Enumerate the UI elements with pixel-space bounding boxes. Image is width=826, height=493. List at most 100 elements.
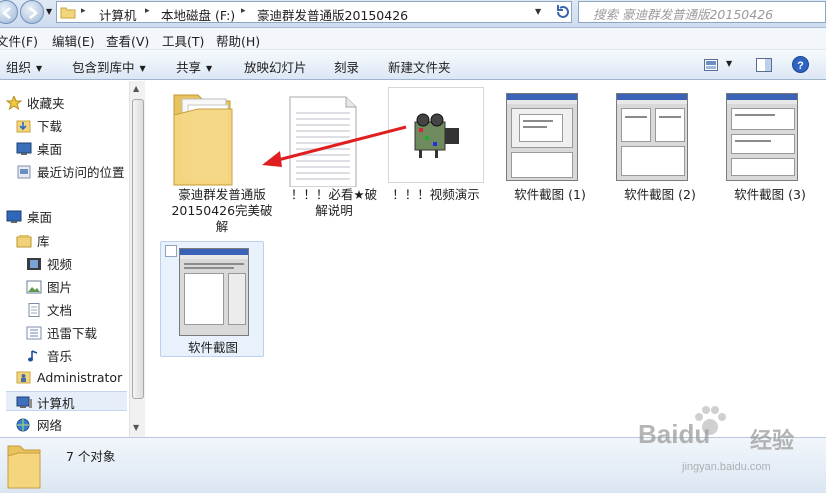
desktop-icon <box>6 210 22 224</box>
video-library-icon <box>26 257 42 271</box>
menu-bar: 文件(F) 编辑(E) 查看(V) 工具(T) 帮助(H) <box>0 28 826 50</box>
new-folder-button[interactable]: 新建文件夹 <box>388 57 451 76</box>
path-box[interactable]: ▸ 计算机 ▸ 本地磁盘 (F:) ▸ 豪迪群发普通版20150426 ▼ <box>56 1 572 23</box>
menu-file[interactable]: 文件(F) <box>0 31 38 50</box>
preview-pane-icon[interactable] <box>756 58 772 72</box>
library-icon <box>16 234 32 248</box>
watermark-brand: Baidu <box>638 419 711 449</box>
downloads-folder-icon <box>16 119 32 133</box>
annotation-arrow <box>262 125 407 167</box>
file-name: 软件截图 <box>187 340 238 355</box>
forward-button[interactable] <box>20 0 44 24</box>
nav-videos[interactable]: 视频 <box>26 254 72 274</box>
organize-button[interactable]: 组织 ▼ <box>6 57 42 76</box>
recent-places-icon <box>16 165 32 179</box>
nav-videos-label: 视频 <box>47 257 73 272</box>
nav-desktop-fav-label: 桌面 <box>37 142 63 157</box>
nav-pictures[interactable]: 图片 <box>26 277 72 297</box>
nav-libraries[interactable]: 库 <box>16 231 50 251</box>
scroll-thumb[interactable] <box>132 99 144 399</box>
path-segment-folder[interactable]: 豪迪群发普通版20150426 <box>257 5 408 24</box>
nav-desktop[interactable]: 桌面 <box>6 207 52 227</box>
chevron-right-icon[interactable]: ▸ <box>241 6 246 16</box>
chevron-right-icon[interactable]: ▸ <box>145 6 150 16</box>
scroll-down-icon[interactable]: ▼ <box>133 423 139 432</box>
menu-edit[interactable]: 编辑(E) <box>52 31 95 50</box>
menu-view[interactable]: 查看(V) <box>106 31 149 50</box>
change-view-icon[interactable] <box>704 59 718 71</box>
nav-scrollbar[interactable]: ▲ ▼ <box>129 81 145 437</box>
file-item-screenshot-3[interactable]: 软件截图 (3) <box>718 87 822 207</box>
select-checkbox[interactable] <box>165 245 177 257</box>
desktop-icon <box>16 142 32 156</box>
image-thumbnail <box>608 87 712 187</box>
document-library-icon <box>26 303 42 317</box>
nav-thunder[interactable]: 迅雷下载 <box>26 323 97 343</box>
path-segment-drive[interactable]: 本地磁盘 (F:) <box>161 5 235 24</box>
image-thumbnail <box>161 242 265 342</box>
nav-admin-label: Administrator <box>37 370 123 385</box>
file-list: 豪迪群发普通版 20150426完美破 解 ！！！必看★破 解说明 ！！！视频演… <box>146 81 826 437</box>
nav-downloads-label: 下载 <box>37 119 63 134</box>
nav-recent-label: 最近访问的位置 <box>37 165 125 180</box>
file-name: ！！！视频演示 <box>392 187 480 202</box>
watermark-url: jingyan.baidu.com <box>682 461 771 473</box>
refresh-icon[interactable] <box>554 3 574 21</box>
picture-library-icon <box>26 280 42 294</box>
nav-libraries-label: 库 <box>37 234 50 249</box>
nav-thunder-label: 迅雷下载 <box>47 326 98 341</box>
nav-documents[interactable]: 文档 <box>26 300 72 320</box>
image-thumbnail <box>498 87 602 187</box>
nav-computer[interactable]: 计算机 <box>6 391 127 411</box>
include-library-button[interactable]: 包含到库中 ▼ <box>72 57 146 76</box>
command-bar: 组织 ▼ 包含到库中 ▼ 共享 ▼ 放映幻灯片 刻录 新建文件夹 ▼ ? <box>0 50 826 80</box>
dropdown-icon: ▼ <box>139 64 146 73</box>
nav-music[interactable]: 音乐 <box>26 346 72 366</box>
file-name-text: 豪迪群发普通版 20150426完美破 解 <box>171 187 273 234</box>
view-dropdown-icon[interactable]: ▼ <box>726 59 732 68</box>
svg-text:?: ? <box>797 60 804 72</box>
path-dropdown-icon[interactable]: ▼ <box>535 7 541 16</box>
nav-favorites[interactable]: 收藏夹 <box>5 93 65 113</box>
file-name: 豪迪群发普通版 20150426完美破 解 <box>170 187 274 235</box>
file-item-screenshot-2[interactable]: 软件截图 (2) <box>608 87 712 207</box>
folder-icon <box>7 445 41 489</box>
forward-arrow-icon <box>29 7 38 19</box>
share-label: 共享 <box>176 60 202 75</box>
nav-computer-label: 计算机 <box>37 396 75 411</box>
help-icon[interactable]: ? <box>792 56 809 73</box>
dropdown-icon: ▼ <box>36 64 43 73</box>
nav-recent[interactable]: 最近访问的位置 <box>16 162 125 182</box>
nav-network[interactable]: 网络 <box>16 415 62 435</box>
burn-button[interactable]: 刻录 <box>334 57 359 76</box>
menu-tools[interactable]: 工具(T) <box>162 31 204 50</box>
user-folder-icon <box>16 370 32 384</box>
nav-desktop-fav[interactable]: 桌面 <box>16 139 62 159</box>
image-thumbnail <box>718 87 822 187</box>
chevron-right-icon[interactable]: ▸ <box>81 6 86 16</box>
history-dropdown-icon[interactable]: ▼ <box>46 7 52 16</box>
menu-help[interactable]: 帮助(H) <box>216 31 260 50</box>
nav-pictures-label: 图片 <box>47 280 73 295</box>
organize-label: 组织 <box>6 60 32 75</box>
share-button[interactable]: 共享 ▼ <box>176 57 212 76</box>
slideshow-button[interactable]: 放映幻灯片 <box>244 57 307 76</box>
back-button[interactable] <box>0 0 18 24</box>
file-item-screenshot-1[interactable]: 软件截图 (1) <box>498 87 602 207</box>
nav-favorites-label: 收藏夹 <box>27 96 65 111</box>
path-segment-computer[interactable]: 计算机 <box>99 5 137 24</box>
file-item-screenshot[interactable]: 软件截图 <box>160 241 264 357</box>
back-arrow-icon <box>2 7 11 19</box>
file-name: 软件截图 (3) <box>734 187 806 202</box>
scroll-up-icon[interactable]: ▲ <box>133 84 139 93</box>
watermark-cn: 经验 <box>750 429 795 454</box>
search-input[interactable]: 搜索 豪迪群发普通版20150426 <box>578 1 826 23</box>
navigation-pane: 收藏夹 下载 桌面 最近访问的位置 桌面 库 视频 图片 文档 迅雷下载 音乐 … <box>0 81 128 437</box>
nav-music-label: 音乐 <box>47 349 73 364</box>
file-name: 软件截图 (1) <box>514 187 586 202</box>
nav-downloads[interactable]: 下载 <box>16 116 62 136</box>
nav-desktop-label: 桌面 <box>27 210 53 225</box>
nav-network-label: 网络 <box>37 418 63 433</box>
nav-documents-label: 文档 <box>47 303 73 318</box>
nav-admin[interactable]: Administrator <box>16 370 122 390</box>
